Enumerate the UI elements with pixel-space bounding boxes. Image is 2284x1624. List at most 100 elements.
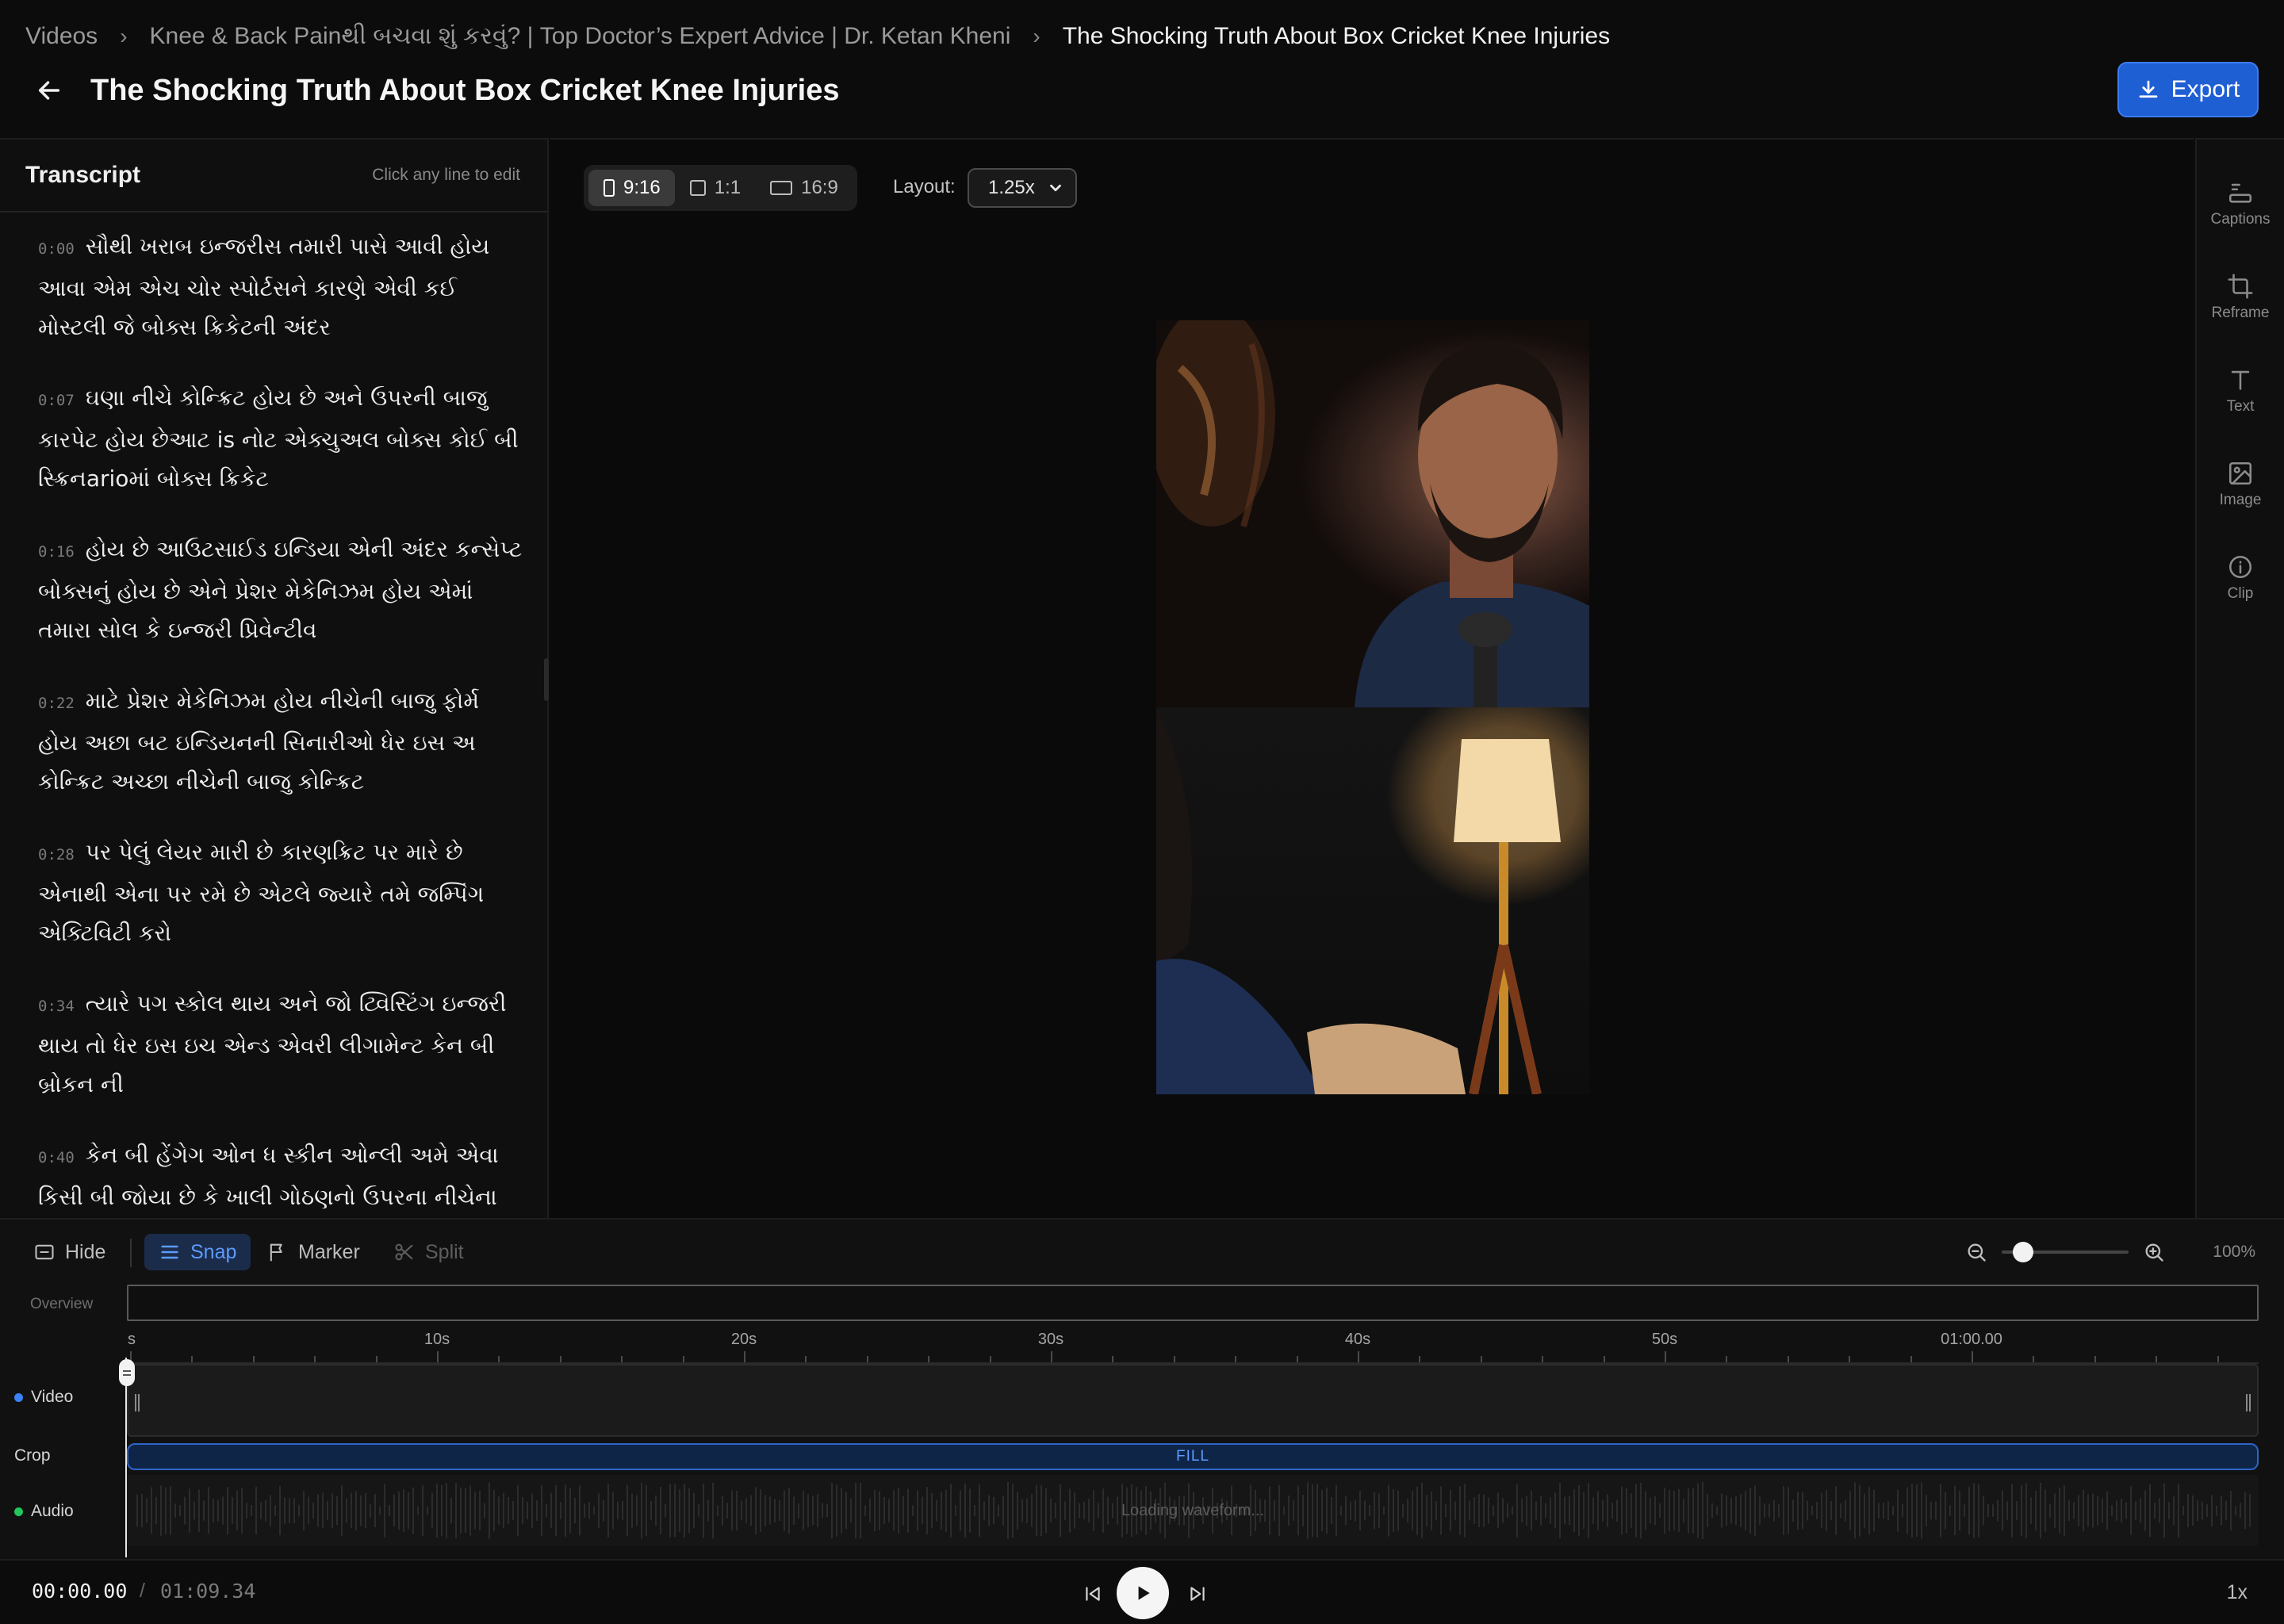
split-button[interactable]: Split: [379, 1234, 478, 1270]
marker-button[interactable]: Marker: [252, 1234, 374, 1270]
transcript-line[interactable]: 0:40 કેન બી હેંગેગ ઓન ધ સ્કીન ઓન્લી અમે એ…: [38, 1136, 523, 1216]
current-time: 00:00.00: [32, 1580, 128, 1603]
line-timestamp: 0:00: [38, 240, 75, 258]
skip-forward-button[interactable]: [1182, 1578, 1213, 1610]
aspect-label: 16:9: [801, 177, 838, 198]
right-toolbar: Captions Reframe Text Image Clip: [2195, 138, 2284, 1218]
zoom-in-icon[interactable]: [2143, 1241, 2165, 1263]
back-button[interactable]: [25, 67, 73, 114]
snap-toggle[interactable]: Snap: [144, 1234, 251, 1270]
hide-timeline-button[interactable]: Hide: [19, 1234, 120, 1270]
export-button[interactable]: Export: [2117, 62, 2259, 117]
ruler-tick: [1358, 1351, 1359, 1362]
tool-label: Clip: [2227, 585, 2254, 602]
layout-label: Layout:: [893, 176, 956, 197]
tool-label: Reframe: [2211, 304, 2270, 321]
layout-value: 1.25x: [988, 177, 1035, 198]
panel-resize-handle[interactable]: [544, 658, 549, 701]
tool-image[interactable]: Image: [2197, 438, 2284, 531]
preview-frame-guest: [1156, 684, 1589, 1094]
ruler-tick: [1051, 1351, 1052, 1362]
breadcrumb-videos[interactable]: Videos: [25, 23, 98, 50]
tool-clip[interactable]: Clip: [2197, 531, 2284, 625]
flag-icon: [270, 1243, 282, 1262]
ruler-tick: [498, 1356, 500, 1362]
preview-frame-speaker: [1156, 320, 1589, 707]
overview-label: Overview: [30, 1296, 94, 1312]
aspect-1-1-button[interactable]: 1:1: [675, 170, 755, 206]
zoom-controls: 100%: [1965, 1234, 2255, 1270]
captions-icon: [2228, 183, 2252, 203]
tool-text[interactable]: Text: [2197, 344, 2284, 438]
ruler-tick: [621, 1356, 623, 1362]
breadcrumb-parent-video[interactable]: Knee & Back Painથી બચવા શું કરવું? | Top…: [150, 23, 1011, 50]
transcript-line[interactable]: 0:28 પર પેલું લેયર મારી છે કારણક્રિટ પર મ…: [38, 833, 523, 952]
track-label-audio: Audio: [14, 1502, 74, 1521]
transcript-line[interactable]: 0:34 ત્યારે પગ સ્કોલ થાય અને જો ટ્વિસ્ટિં…: [38, 984, 523, 1104]
line-text: ઘણા નીચે કોન્ક્રિટ હોય છે અને ઉપરની બાજુ…: [38, 385, 519, 492]
playback-speed[interactable]: 1x: [2227, 1581, 2248, 1604]
playhead-handle[interactable]: [119, 1359, 135, 1386]
image-icon: [2228, 462, 2252, 485]
transcript-panel: Transcript Click any line to edit 0:00 સૌ…: [0, 138, 549, 1218]
ruler-tick: [191, 1356, 194, 1362]
transcript-line[interactable]: 0:16 હોય છે આઉટસાઈડ ઇન્ડિયા એની અંદર કન્સ…: [38, 530, 523, 649]
zoom-out-icon[interactable]: [1965, 1241, 1987, 1263]
line-text: ત્યારે પગ સ્કોલ થાય અને જો ટ્વિસ્ટિંગ ઇન…: [38, 990, 507, 1097]
clip-end-handle[interactable]: [2246, 1394, 2251, 1411]
video-preview[interactable]: [1156, 320, 1589, 1094]
clip-start-handle[interactable]: [135, 1394, 140, 1411]
transcript-line[interactable]: 0:07 ઘણા નીચે કોન્ક્રિટ હોય છે અને ઉપરની …: [38, 378, 523, 498]
time-ruler[interactable]: s 10s 20s 30s 40s 50s 01:00.00: [127, 1324, 2259, 1364]
aspect-16-9-button[interactable]: 16:9: [755, 170, 853, 206]
tool-captions[interactable]: Captions: [2197, 157, 2284, 251]
breadcrumb: Videos › Knee & Back Painથી બચવા શું કરવ…: [25, 19, 1610, 54]
guest-image: [1156, 684, 1589, 1094]
skip-forward-icon: [1190, 1587, 1205, 1601]
ruler-tick: [1419, 1356, 1421, 1362]
tool-reframe[interactable]: Reframe: [2197, 251, 2284, 344]
split-label: Split: [425, 1240, 464, 1263]
line-timestamp: 0:22: [38, 695, 75, 712]
skip-back-button[interactable]: [1077, 1578, 1109, 1610]
track-label-video: Video: [14, 1388, 73, 1407]
ruler-tick-label: 10s: [423, 1331, 450, 1348]
ruler-tick: [805, 1356, 807, 1362]
ruler-tick: [1972, 1351, 1973, 1362]
crop-segment[interactable]: FILL: [127, 1443, 2259, 1470]
audio-dot-icon: [14, 1507, 23, 1516]
total-duration: 01:09.34: [160, 1580, 256, 1603]
toolbar-divider: [130, 1239, 132, 1267]
zoom-slider[interactable]: [2002, 1242, 2129, 1262]
zoom-slider-thumb[interactable]: [2012, 1242, 2033, 1262]
ruler-tick: [1542, 1356, 1544, 1362]
video-track[interactable]: [127, 1364, 2259, 1437]
timeline: Hide Snap Marker Split 100% Overview s 10…: [0, 1218, 2284, 1559]
transcript-header: Transcript Click any line to edit: [0, 140, 547, 213]
ruler-tick: [1787, 1356, 1789, 1362]
ruler-tick-label: 01:00.00: [1941, 1331, 2002, 1348]
aspect-label: 9:16: [623, 177, 661, 198]
line-timestamp: 0:07: [38, 392, 75, 409]
overview-scrollbar[interactable]: [127, 1285, 2259, 1321]
ruler-tick: [2156, 1356, 2158, 1362]
aspect-9-16-button[interactable]: 9:16: [588, 170, 675, 206]
transcript-line[interactable]: 0:00 સૌથી ખરાબ ઇન્જરીસ તમારી પાસે આવી હોય…: [38, 227, 523, 347]
play-icon: [1138, 1586, 1150, 1600]
transcript-line[interactable]: 0:22 માટે પ્રેશર મેકેનિઝમ હોય નીચેની બાજુ…: [38, 681, 523, 801]
ruler-tick: [682, 1356, 684, 1362]
ruler-tick: [2217, 1356, 2219, 1362]
ruler-tick-label: 20s: [730, 1331, 757, 1348]
ruler-tick: [1849, 1356, 1851, 1362]
hide-label: Hide: [65, 1240, 106, 1263]
layout-select[interactable]: 1.25x: [968, 168, 1077, 208]
audio-track[interactable]: Loading waveform...: [127, 1475, 2259, 1546]
line-timestamp: 0:40: [38, 1149, 75, 1166]
ruler-tick: [989, 1356, 991, 1362]
line-timestamp: 0:16: [38, 543, 75, 561]
play-button[interactable]: [1117, 1567, 1169, 1619]
ruler-tick-label: 30s: [1037, 1331, 1064, 1348]
transcript-title: Transcript: [25, 162, 141, 188]
snap-icon: [161, 1245, 178, 1259]
aspect-label: 1:1: [714, 177, 742, 198]
